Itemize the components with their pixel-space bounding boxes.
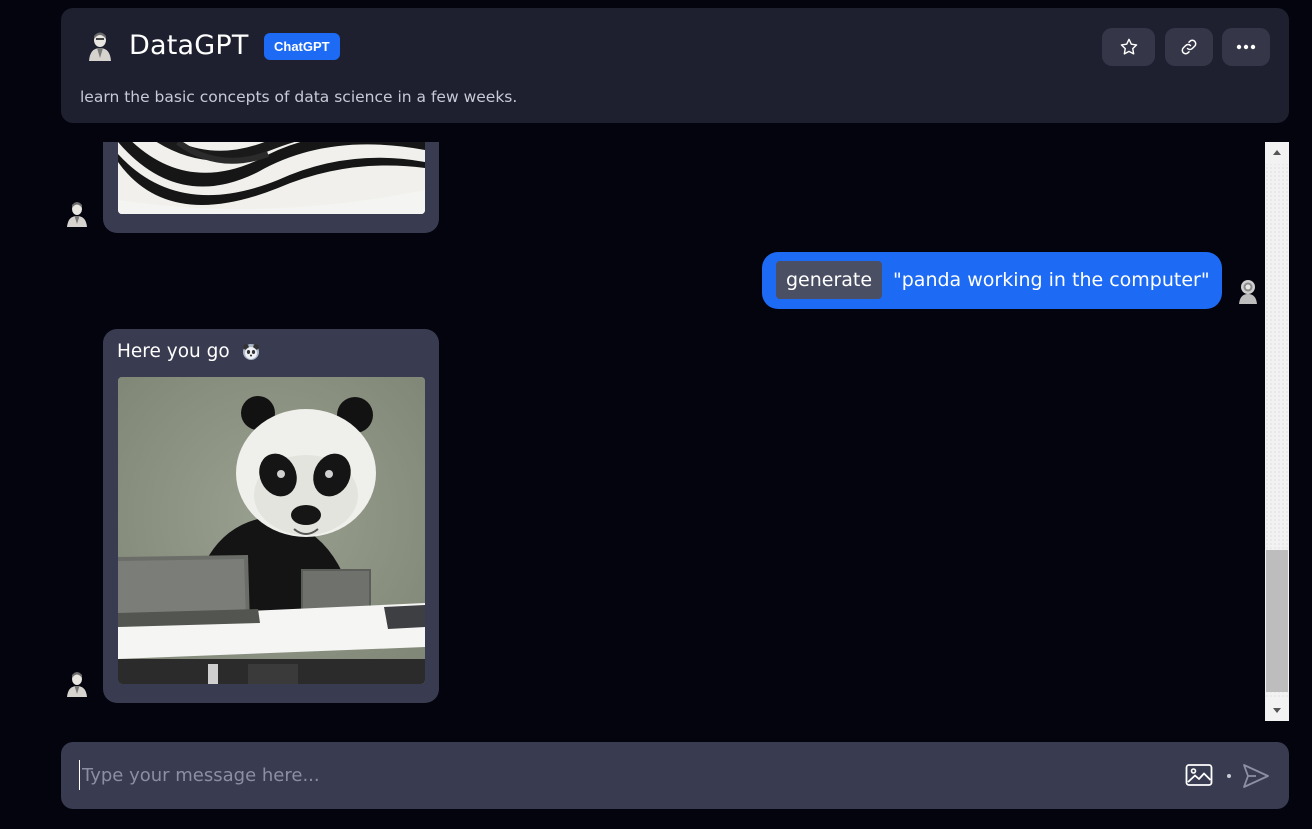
user-message-text: "panda working in the computer": [893, 269, 1210, 291]
message-composer: [61, 742, 1289, 809]
chat-messages[interactable]: generate "panda working in the computer"…: [61, 142, 1261, 720]
chevron-down-icon: [1273, 708, 1281, 713]
star-icon: [1120, 38, 1137, 55]
message-input[interactable]: [79, 760, 1159, 790]
panda-image-art: [118, 377, 425, 684]
generated-image-art: [118, 142, 425, 214]
chevron-up-icon: [1273, 150, 1281, 155]
favorite-button[interactable]: [1102, 28, 1155, 66]
more-icon: [1236, 44, 1256, 50]
page-title: DataGPT: [129, 30, 249, 61]
scrollbar-thumb[interactable]: [1266, 550, 1288, 692]
command-chip: generate: [776, 261, 883, 299]
bot-avatar-icon: [89, 32, 111, 61]
scroll-down-button[interactable]: [1265, 699, 1289, 721]
bot-message-bubble: Here you go: [103, 329, 439, 703]
scroll-up-button[interactable]: [1265, 142, 1289, 164]
user-message-bubble: generate "panda working in the computer": [762, 252, 1222, 309]
chat-description: learn the basic concepts of data science…: [80, 88, 518, 106]
bot-message-text: Here you go: [117, 341, 230, 362]
panda-emoji-icon: [243, 344, 259, 360]
chat-header: DataGPT ChatGPT learn the basic concepts…: [61, 8, 1289, 123]
separator-dot: [1227, 774, 1231, 778]
bot-avatar-icon: [67, 202, 87, 227]
attach-image-icon[interactable]: [1185, 763, 1213, 787]
generated-image[interactable]: [118, 142, 425, 214]
copy-link-button[interactable]: [1165, 28, 1213, 66]
user-avatar-icon: [1239, 280, 1257, 304]
more-options-button[interactable]: [1222, 28, 1270, 66]
link-icon: [1181, 39, 1197, 55]
chat-scrollbar[interactable]: [1265, 142, 1289, 721]
bot-avatar-icon: [67, 672, 87, 697]
model-badge: ChatGPT: [264, 33, 340, 60]
generated-image[interactable]: [118, 377, 425, 684]
bot-message-bubble: [103, 142, 439, 233]
send-icon[interactable]: [1242, 763, 1270, 789]
